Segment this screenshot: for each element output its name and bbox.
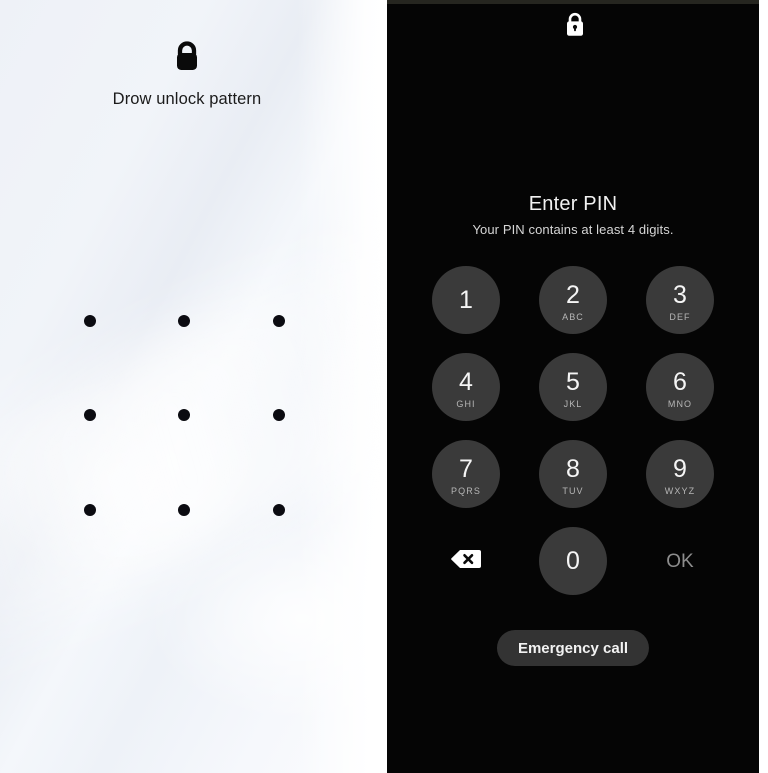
pin-subheading: Your PIN contains at least 4 digits. bbox=[472, 222, 674, 237]
key-6[interactable]: 6 MNO bbox=[646, 353, 714, 421]
lock-icon bbox=[169, 38, 205, 74]
pattern-dot-1[interactable] bbox=[84, 315, 96, 327]
key-5[interactable]: 5 JKL bbox=[539, 353, 607, 421]
pattern-screen-content: Drow unlock pattern bbox=[0, 0, 387, 773]
keypad-row-3: 7 PQRS 8 TUV 9 WXYZ bbox=[432, 440, 714, 508]
key-7[interactable]: 7 PQRS bbox=[432, 440, 500, 508]
key-digit: 3 bbox=[673, 280, 687, 309]
pattern-dot-2[interactable] bbox=[178, 315, 190, 327]
emergency-call-button[interactable]: Emergency call bbox=[496, 630, 650, 666]
key-9[interactable]: 9 WXYZ bbox=[646, 440, 714, 508]
lock-icon bbox=[563, 11, 587, 38]
pattern-dot-5[interactable] bbox=[178, 409, 190, 421]
lockscreen-comparison: Drow unlock pattern Enter PIN Your PIN c… bbox=[0, 0, 768, 773]
status-bar-strip bbox=[387, 0, 759, 4]
key-letters: JKL bbox=[563, 398, 583, 409]
key-letters: GHI bbox=[456, 398, 476, 409]
ok-button[interactable]: OK bbox=[646, 527, 714, 595]
key-digit: 8 bbox=[566, 454, 580, 483]
key-digit: 6 bbox=[673, 367, 687, 396]
ok-label: OK bbox=[666, 550, 694, 572]
key-digit: 5 bbox=[566, 367, 580, 396]
key-4[interactable]: 4 GHI bbox=[432, 353, 500, 421]
pattern-dot-6[interactable] bbox=[273, 409, 285, 421]
key-letters: PQRS bbox=[451, 485, 481, 496]
pattern-dot-4[interactable] bbox=[84, 409, 96, 421]
backspace-icon bbox=[451, 549, 481, 574]
key-letters: DEF bbox=[669, 311, 691, 322]
key-digit: 1 bbox=[459, 285, 473, 314]
key-letters: WXYZ bbox=[664, 485, 696, 496]
pin-unlock-screen: Enter PIN Your PIN contains at least 4 d… bbox=[387, 0, 759, 773]
keypad-row-4: 0 OK bbox=[432, 527, 714, 595]
key-letters: TUV bbox=[562, 485, 584, 496]
pattern-dot-8[interactable] bbox=[178, 504, 190, 516]
keypad-row-1: 1 2 ABC 3 DEF bbox=[432, 266, 714, 334]
pattern-unlock-screen: Drow unlock pattern bbox=[0, 0, 387, 773]
pattern-dot-grid[interactable] bbox=[84, 315, 285, 516]
key-letters: ABC bbox=[562, 311, 584, 322]
key-0[interactable]: 0 bbox=[539, 527, 607, 595]
key-letters: MNO bbox=[667, 398, 693, 409]
key-2[interactable]: 2 ABC bbox=[539, 266, 607, 334]
key-digit: 9 bbox=[673, 454, 687, 483]
keypad-row-2: 4 GHI 5 JKL 6 MNO bbox=[432, 353, 714, 421]
pattern-dot-3[interactable] bbox=[273, 315, 285, 327]
key-3[interactable]: 3 DEF bbox=[646, 266, 714, 334]
pin-keypad: 1 2 ABC 3 DEF 4 GHI 5 JKL 6 MNO 7 PQRS 8… bbox=[432, 266, 714, 614]
pattern-title: Drow unlock pattern bbox=[112, 90, 262, 108]
backspace-button[interactable] bbox=[432, 527, 500, 595]
key-8[interactable]: 8 TUV bbox=[539, 440, 607, 508]
pattern-dot-7[interactable] bbox=[84, 504, 96, 516]
key-1[interactable]: 1 bbox=[432, 266, 500, 334]
key-digit: 2 bbox=[566, 280, 580, 309]
key-digit: 0 bbox=[566, 546, 580, 575]
key-digit: 7 bbox=[459, 454, 473, 483]
key-digit: 4 bbox=[459, 367, 473, 396]
pattern-dot-9[interactable] bbox=[273, 504, 285, 516]
pin-heading: Enter PIN bbox=[528, 193, 618, 215]
